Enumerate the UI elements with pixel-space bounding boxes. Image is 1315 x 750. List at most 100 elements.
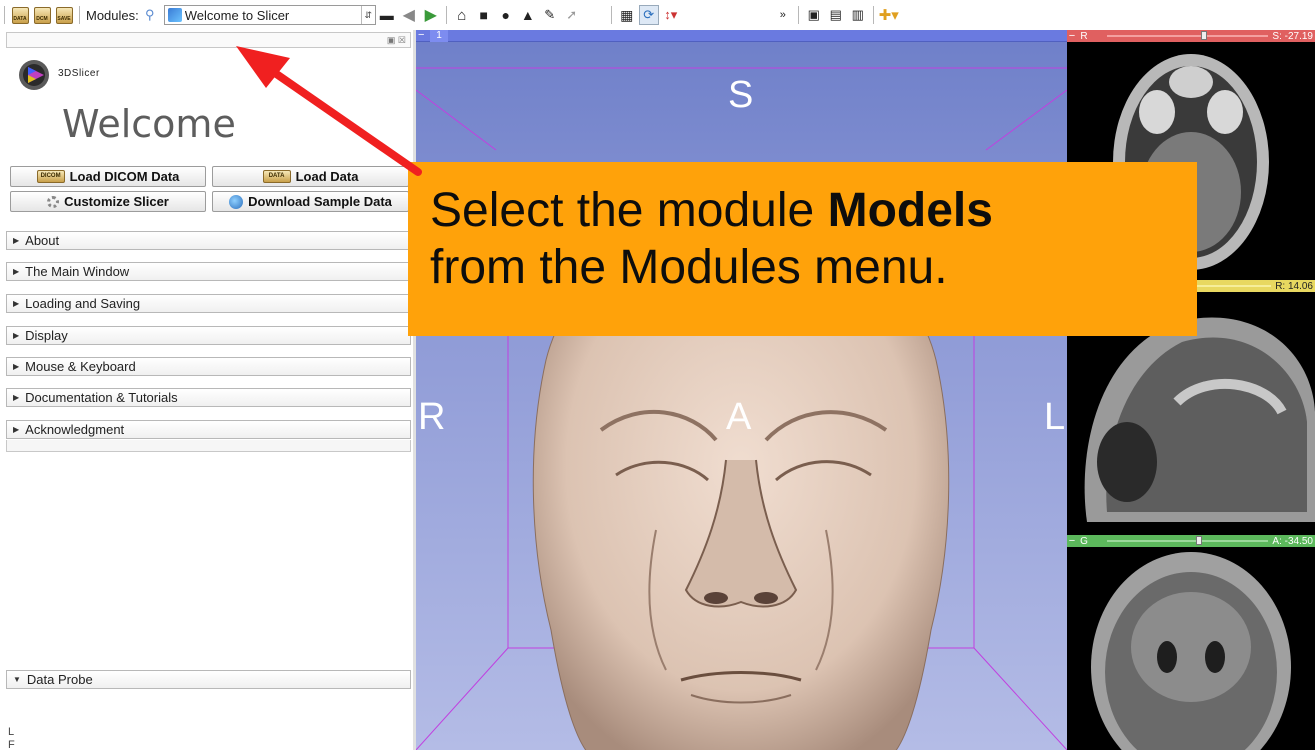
slice-name: R bbox=[1080, 30, 1088, 42]
coronal-mri-image bbox=[1091, 552, 1291, 750]
models-module-icon[interactable]: ▲ bbox=[518, 5, 538, 25]
toolbar-separator bbox=[872, 6, 874, 24]
slicer-logo-icon bbox=[19, 60, 49, 90]
probe-letter: F bbox=[8, 739, 15, 750]
section-acknowledgment[interactable]: ▶ Acknowledgment bbox=[6, 420, 411, 439]
more-tools-icon[interactable]: » bbox=[773, 5, 793, 25]
download-sample-data-button[interactable]: Download Sample Data bbox=[212, 191, 409, 212]
load-data-icon[interactable]: DATA bbox=[10, 5, 30, 25]
orientation-marker-right: L bbox=[1044, 396, 1066, 438]
crosshair-icon[interactable]: ✚▾ bbox=[879, 5, 899, 25]
load-dicom-label: Load DICOM Data bbox=[69, 169, 180, 184]
pin-icon[interactable]: − bbox=[1067, 535, 1077, 547]
callout-highlight: Models bbox=[827, 184, 993, 237]
toolbar-separator bbox=[797, 6, 799, 24]
section-label: Mouse & Keyboard bbox=[25, 359, 136, 374]
sections-footer bbox=[6, 440, 411, 452]
expand-arrow-icon: ▶ bbox=[13, 362, 20, 371]
load-data-label: Load Data bbox=[295, 169, 359, 184]
slice-offset-slider[interactable] bbox=[1107, 31, 1269, 40]
forward-arrow-icon[interactable]: ▶ bbox=[421, 5, 441, 25]
3d-view-label: 1 bbox=[430, 30, 448, 42]
transforms-module-icon[interactable]: ➚ bbox=[562, 5, 582, 25]
expand-arrow-icon: ▶ bbox=[13, 331, 20, 340]
editor-module-icon[interactable]: ✎ bbox=[540, 5, 560, 25]
section-label: Acknowledgment bbox=[25, 422, 125, 437]
section-label: Documentation & Tutorials bbox=[25, 390, 178, 405]
slider-handle[interactable] bbox=[1195, 536, 1202, 545]
orientation-marker-left: R bbox=[418, 396, 446, 438]
3d-view-controller-bar[interactable]: − 1 bbox=[416, 30, 1067, 42]
green-slice-bar[interactable]: − G A: -34.50 bbox=[1067, 535, 1315, 547]
expand-arrow-icon: ▶ bbox=[13, 236, 20, 245]
reset-view-icon[interactable]: ⟳ bbox=[638, 5, 659, 25]
load-data-button[interactable]: DATA Load Data bbox=[212, 166, 409, 187]
dicom-icon: DICOM bbox=[36, 170, 65, 183]
download-sample-data-label: Download Sample Data bbox=[248, 194, 392, 209]
slice-coordinate: A: -34.50 bbox=[1272, 535, 1313, 547]
data-module-icon[interactable]: ■ bbox=[474, 5, 494, 25]
module-selector[interactable]: Welcome to Slicer ⇵ bbox=[163, 5, 376, 25]
customize-slicer-button[interactable]: Customize Slicer bbox=[10, 191, 206, 212]
data-icon: DATA bbox=[262, 170, 291, 183]
scene-view-icon[interactable]: ▤ bbox=[826, 5, 846, 25]
load-dicom-icon[interactable]: DCM bbox=[32, 5, 52, 25]
back-arrow-icon[interactable]: ◀ bbox=[399, 5, 419, 25]
slice-coordinate: S: -27.19 bbox=[1272, 30, 1313, 42]
data-probe-label: Data Probe bbox=[26, 672, 93, 687]
toolbar-separator bbox=[79, 6, 80, 24]
red-slice-bar[interactable]: − R S: -27.19 bbox=[1067, 30, 1315, 42]
scene-restore-icon[interactable]: ▥ bbox=[848, 5, 868, 25]
expand-arrow-icon: ▶ bbox=[13, 299, 20, 308]
section-label: The Main Window bbox=[25, 264, 130, 279]
pin-icon[interactable]: − bbox=[418, 30, 424, 41]
tutorial-callout: Select the module Models from the Module… bbox=[408, 162, 1197, 336]
callout-line1: Select the module bbox=[430, 184, 828, 237]
slice-coordinate: R: 14.06 bbox=[1275, 280, 1313, 292]
main-toolbar: DATA DCM SAVE Modules: ⚲ Welcome to Slic… bbox=[0, 0, 1315, 30]
section-label: About bbox=[25, 233, 60, 248]
layout-icon[interactable]: ▦ bbox=[617, 5, 637, 25]
panel-close-icon[interactable]: ☒ bbox=[398, 35, 406, 45]
orientation-marker-center: A bbox=[726, 396, 752, 438]
section-documentation[interactable]: ▶ Documentation & Tutorials bbox=[6, 388, 411, 407]
expand-arrow-icon: ▶ bbox=[13, 393, 20, 402]
pin-icon[interactable]: − bbox=[1067, 30, 1077, 42]
collapse-arrow-icon: ▼ bbox=[13, 675, 21, 684]
section-mouse-keyboard[interactable]: ▶ Mouse & Keyboard bbox=[6, 357, 411, 376]
slider-handle[interactable] bbox=[1200, 31, 1207, 40]
section-display[interactable]: ▶ Display bbox=[6, 326, 411, 345]
home-icon[interactable]: ⌂ bbox=[452, 5, 472, 25]
section-label: Loading and Saving bbox=[25, 296, 141, 311]
module-search-icon[interactable]: ⚲ bbox=[140, 5, 160, 25]
section-main-window[interactable]: ▶ The Main Window bbox=[6, 262, 411, 281]
3d-view[interactable]: − 1 S R A L bbox=[416, 30, 1067, 750]
section-about[interactable]: ▶ About bbox=[6, 231, 411, 250]
panel-header: ▣ ☒ bbox=[6, 32, 411, 48]
slice-name: G bbox=[1080, 535, 1088, 547]
green-slice-view[interactable]: − G A: -34.50 bbox=[1067, 535, 1315, 750]
screenshot-icon[interactable]: ▣ bbox=[804, 5, 824, 25]
section-label: Display bbox=[25, 328, 68, 343]
page-title: Welcome bbox=[62, 102, 236, 146]
welcome-module-icon bbox=[167, 8, 182, 22]
section-loading-saving[interactable]: ▶ Loading and Saving bbox=[6, 294, 411, 313]
module-selector-value: Welcome to Slicer bbox=[184, 7, 290, 23]
toolbar-separator bbox=[4, 6, 5, 24]
panel-undock-icon[interactable]: ▣ bbox=[387, 35, 396, 45]
crosshair-mode-icon[interactable]: ↕▾ bbox=[661, 5, 681, 25]
callout-text: Select the module Models from the Module… bbox=[430, 182, 1190, 296]
save-icon[interactable]: SAVE bbox=[54, 5, 74, 25]
slicer-window: DATA DCM SAVE Modules: ⚲ Welcome to Slic… bbox=[0, 0, 1315, 750]
toolbar-separator bbox=[610, 6, 612, 24]
load-dicom-button[interactable]: DICOM Load DICOM Data bbox=[10, 166, 206, 187]
gear-icon bbox=[47, 195, 60, 208]
callout-line2: from the Modules menu. bbox=[430, 241, 948, 294]
volumes-module-icon[interactable]: ● bbox=[496, 5, 516, 25]
chevron-updown-icon: ⇵ bbox=[360, 6, 375, 24]
expand-arrow-icon: ▶ bbox=[13, 267, 20, 276]
module-history-icon[interactable]: ▬ bbox=[377, 5, 397, 25]
expand-arrow-icon: ▶ bbox=[13, 425, 20, 434]
data-probe-section[interactable]: ▼ Data Probe bbox=[6, 670, 411, 689]
slice-offset-slider[interactable] bbox=[1107, 536, 1269, 545]
